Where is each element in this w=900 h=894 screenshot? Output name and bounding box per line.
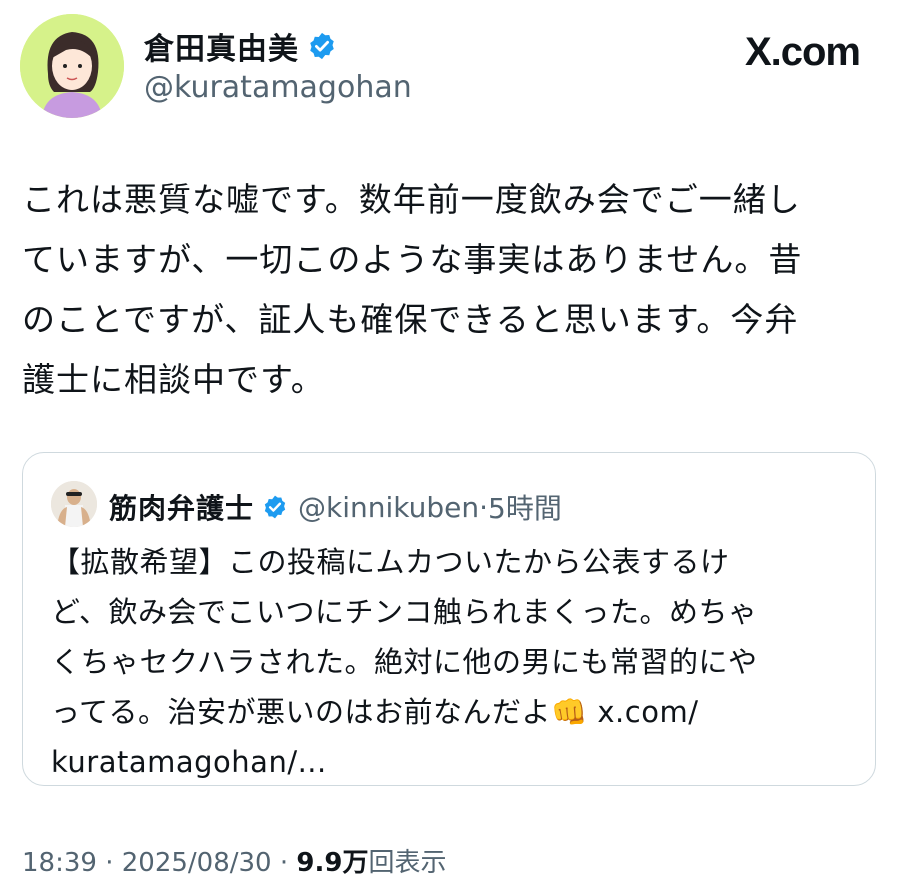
quoted-author-handle[interactable]: @kinnikuben [298,491,479,524]
quoted-author-name[interactable]: 筋肉弁護士 [109,487,254,527]
verified-badge-icon [264,495,286,519]
tweet-footer: 18:39 · 2025/08/30 · 9.9万回表示 [22,842,446,879]
verified-badge-icon [310,32,334,60]
site-logo: X.com [744,30,861,74]
quoted-tweet-card[interactable]: 筋肉弁護士 @kinnikuben · 5時間 【拡散希望】この投稿にムカついた… [22,452,876,786]
view-count-label: 回表示 [368,848,447,878]
author-name[interactable]: 倉田真由美 [144,24,299,68]
tweet-text: これは悪質な嘘です。数年前一度飲み会でご一緒し ていますが、一切このような事実は… [22,180,803,399]
muscle-man-avatar-icon [51,481,97,527]
meta-separator: · [479,490,489,524]
author-name-row[interactable]: 倉田真由美 [144,24,337,68]
post-time[interactable]: 18:39 [22,848,97,878]
author-handle[interactable]: @kuratamagohan [144,70,412,105]
view-count: 9.9万 [296,848,369,878]
meta-separator: · [105,848,114,878]
quoted-tweet-text: 【拡散希望】この投稿にムカついたから公表するけ ど、飲み会でこいつにチンコ触られ… [51,545,758,779]
quoted-author-avatar[interactable] [51,481,97,527]
author-avatar[interactable] [20,14,124,118]
meta-separator: · [279,848,289,878]
quoted-header: 筋肉弁護士 @kinnikuben · 5時間 [109,487,562,527]
post-date[interactable]: 2025/08/30 [122,848,272,878]
cartoon-woman-avatar-icon [20,14,124,118]
quoted-post-time[interactable]: 5時間 [488,487,562,527]
